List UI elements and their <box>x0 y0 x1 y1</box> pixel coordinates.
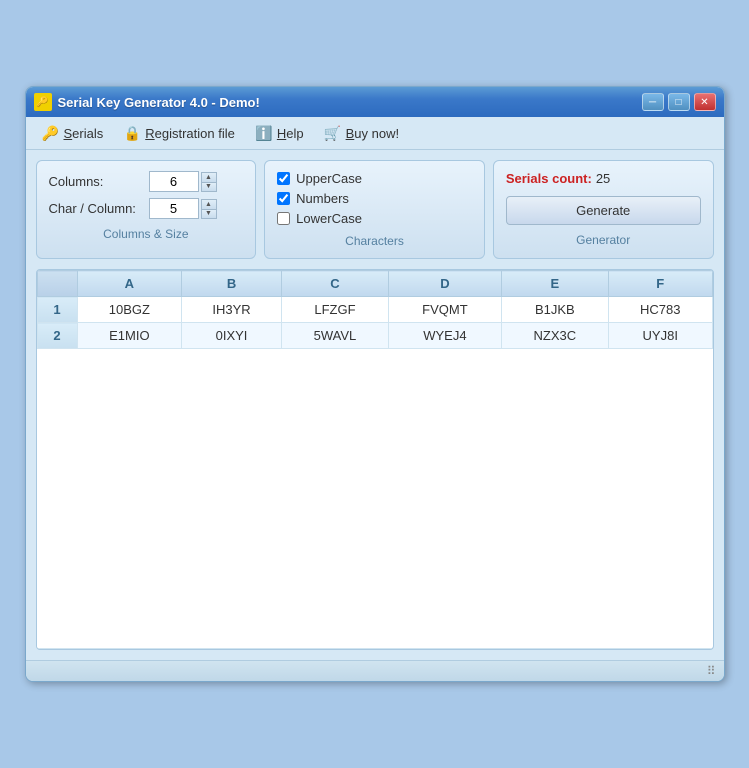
col-header-d: D <box>389 271 502 297</box>
table-row: 2 E1MIO 0IXYI 5WAVL WYEJ4 NZX3C UYJ8I <box>37 323 712 349</box>
generator-panel-label: Generator <box>506 233 701 247</box>
menu-registration[interactable]: 🔒 Registration file <box>115 121 243 145</box>
serials-table-container: A B C D E F 1 10BGZ IH3YR LFZGF FVQMT <box>36 269 714 650</box>
menu-registration-label: Registration file <box>145 126 235 141</box>
serials-table: A B C D E F 1 10BGZ IH3YR LFZGF FVQMT <box>37 270 713 649</box>
lowercase-label[interactable]: LowerCase <box>296 211 362 226</box>
columns-spinner: ▲ ▼ <box>201 172 217 192</box>
col-header-c: C <box>281 271 388 297</box>
generator-panel: Serials count: 25 Generate Generator <box>493 160 714 259</box>
buy-icon: 🛒 <box>324 124 342 142</box>
menu-bar: 🔑 Serials 🔒 Registration file ℹ️ Help 🛒 … <box>26 117 724 150</box>
row-2-a: E1MIO <box>77 323 182 349</box>
row-2-c: 5WAVL <box>281 323 388 349</box>
numbers-row: Numbers <box>277 191 472 206</box>
row-2-num: 2 <box>37 323 77 349</box>
serials-count-label: Serials count: <box>506 171 592 186</box>
row-1-b: IH3YR <box>182 297 282 323</box>
columns-panel: Columns: ▲ ▼ Char / Column: ▲ <box>36 160 257 259</box>
table-row: 1 10BGZ IH3YR LFZGF FVQMT B1JKB HC783 <box>37 297 712 323</box>
row-2-e: NZX3C <box>501 323 608 349</box>
columns-panel-label: Columns & Size <box>49 227 244 241</box>
uppercase-label[interactable]: UpperCase <box>296 171 362 186</box>
row-1-d: FVQMT <box>389 297 502 323</box>
chars-up-btn[interactable]: ▲ <box>201 199 217 209</box>
status-bar: ⠿ <box>26 660 724 681</box>
resize-grip: ⠿ <box>707 664 716 678</box>
col-header-e: E <box>501 271 608 297</box>
serials-count-value: 25 <box>596 171 610 186</box>
window-title: Serial Key Generator 4.0 - Demo! <box>58 95 260 110</box>
col-header-b: B <box>182 271 282 297</box>
row-1-e: B1JKB <box>501 297 608 323</box>
uppercase-checkbox[interactable] <box>277 172 290 185</box>
menu-serials-label: Serials <box>64 126 104 141</box>
table-body: 1 10BGZ IH3YR LFZGF FVQMT B1JKB HC783 2 … <box>37 297 712 649</box>
columns-label: Columns: <box>49 174 149 189</box>
menu-buy-label: Buy now! <box>346 126 399 141</box>
serials-count-row: Serials count: 25 <box>506 171 701 186</box>
maximize-button[interactable]: □ <box>668 93 690 111</box>
table-spacer-row <box>37 349 712 649</box>
main-window: 🔑 Serial Key Generator 4.0 - Demo! ─ □ ✕… <box>25 86 725 682</box>
columns-up-btn[interactable]: ▲ <box>201 172 217 182</box>
row-2-b: 0IXYI <box>182 323 282 349</box>
chars-input[interactable] <box>149 198 199 219</box>
col-header-f: F <box>609 271 713 297</box>
numbers-label[interactable]: Numbers <box>296 191 349 206</box>
characters-panel-label: Characters <box>277 234 472 248</box>
app-icon: 🔑 <box>34 93 52 111</box>
minimize-button[interactable]: ─ <box>642 93 664 111</box>
characters-panel: UpperCase Numbers LowerCase Characters <box>264 160 485 259</box>
row-2-d: WYEJ4 <box>389 323 502 349</box>
col-header-a: A <box>77 271 182 297</box>
row-2-f: UYJ8I <box>609 323 713 349</box>
title-bar-left: 🔑 Serial Key Generator 4.0 - Demo! <box>34 93 260 111</box>
title-buttons: ─ □ ✕ <box>642 93 716 111</box>
chars-spinner: ▲ ▼ <box>201 199 217 219</box>
close-button[interactable]: ✕ <box>694 93 716 111</box>
uppercase-row: UpperCase <box>277 171 472 186</box>
columns-input[interactable] <box>149 171 199 192</box>
menu-help[interactable]: ℹ️ Help <box>247 121 312 145</box>
columns-input-group: ▲ ▼ <box>149 171 217 192</box>
menu-help-label: Help <box>277 126 304 141</box>
numbers-checkbox[interactable] <box>277 192 290 205</box>
lowercase-row: LowerCase <box>277 211 472 226</box>
table-header: A B C D E F <box>37 271 712 297</box>
content-area: Columns: ▲ ▼ Char / Column: ▲ <box>26 150 724 660</box>
chars-down-btn[interactable]: ▼ <box>201 209 217 219</box>
panels-row: Columns: ▲ ▼ Char / Column: ▲ <box>36 160 714 259</box>
help-icon: ℹ️ <box>255 124 273 142</box>
columns-field-row: Columns: ▲ ▼ <box>49 171 244 192</box>
chars-input-group: ▲ ▼ <box>149 198 217 219</box>
menu-buy[interactable]: 🛒 Buy now! <box>316 121 407 145</box>
row-1-c: LFZGF <box>281 297 388 323</box>
row-1-f: HC783 <box>609 297 713 323</box>
generate-button[interactable]: Generate <box>506 196 701 225</box>
header-row: A B C D E F <box>37 271 712 297</box>
chars-field-row: Char / Column: ▲ ▼ <box>49 198 244 219</box>
row-1-a: 10BGZ <box>77 297 182 323</box>
lowercase-checkbox[interactable] <box>277 212 290 225</box>
chars-label: Char / Column: <box>49 201 149 216</box>
col-header-num <box>37 271 77 297</box>
serials-icon: 🔑 <box>42 124 60 142</box>
columns-down-btn[interactable]: ▼ <box>201 182 217 192</box>
menu-serials[interactable]: 🔑 Serials <box>34 121 112 145</box>
registration-icon: 🔒 <box>123 124 141 142</box>
title-bar: 🔑 Serial Key Generator 4.0 - Demo! ─ □ ✕ <box>26 87 724 117</box>
row-1-num: 1 <box>37 297 77 323</box>
